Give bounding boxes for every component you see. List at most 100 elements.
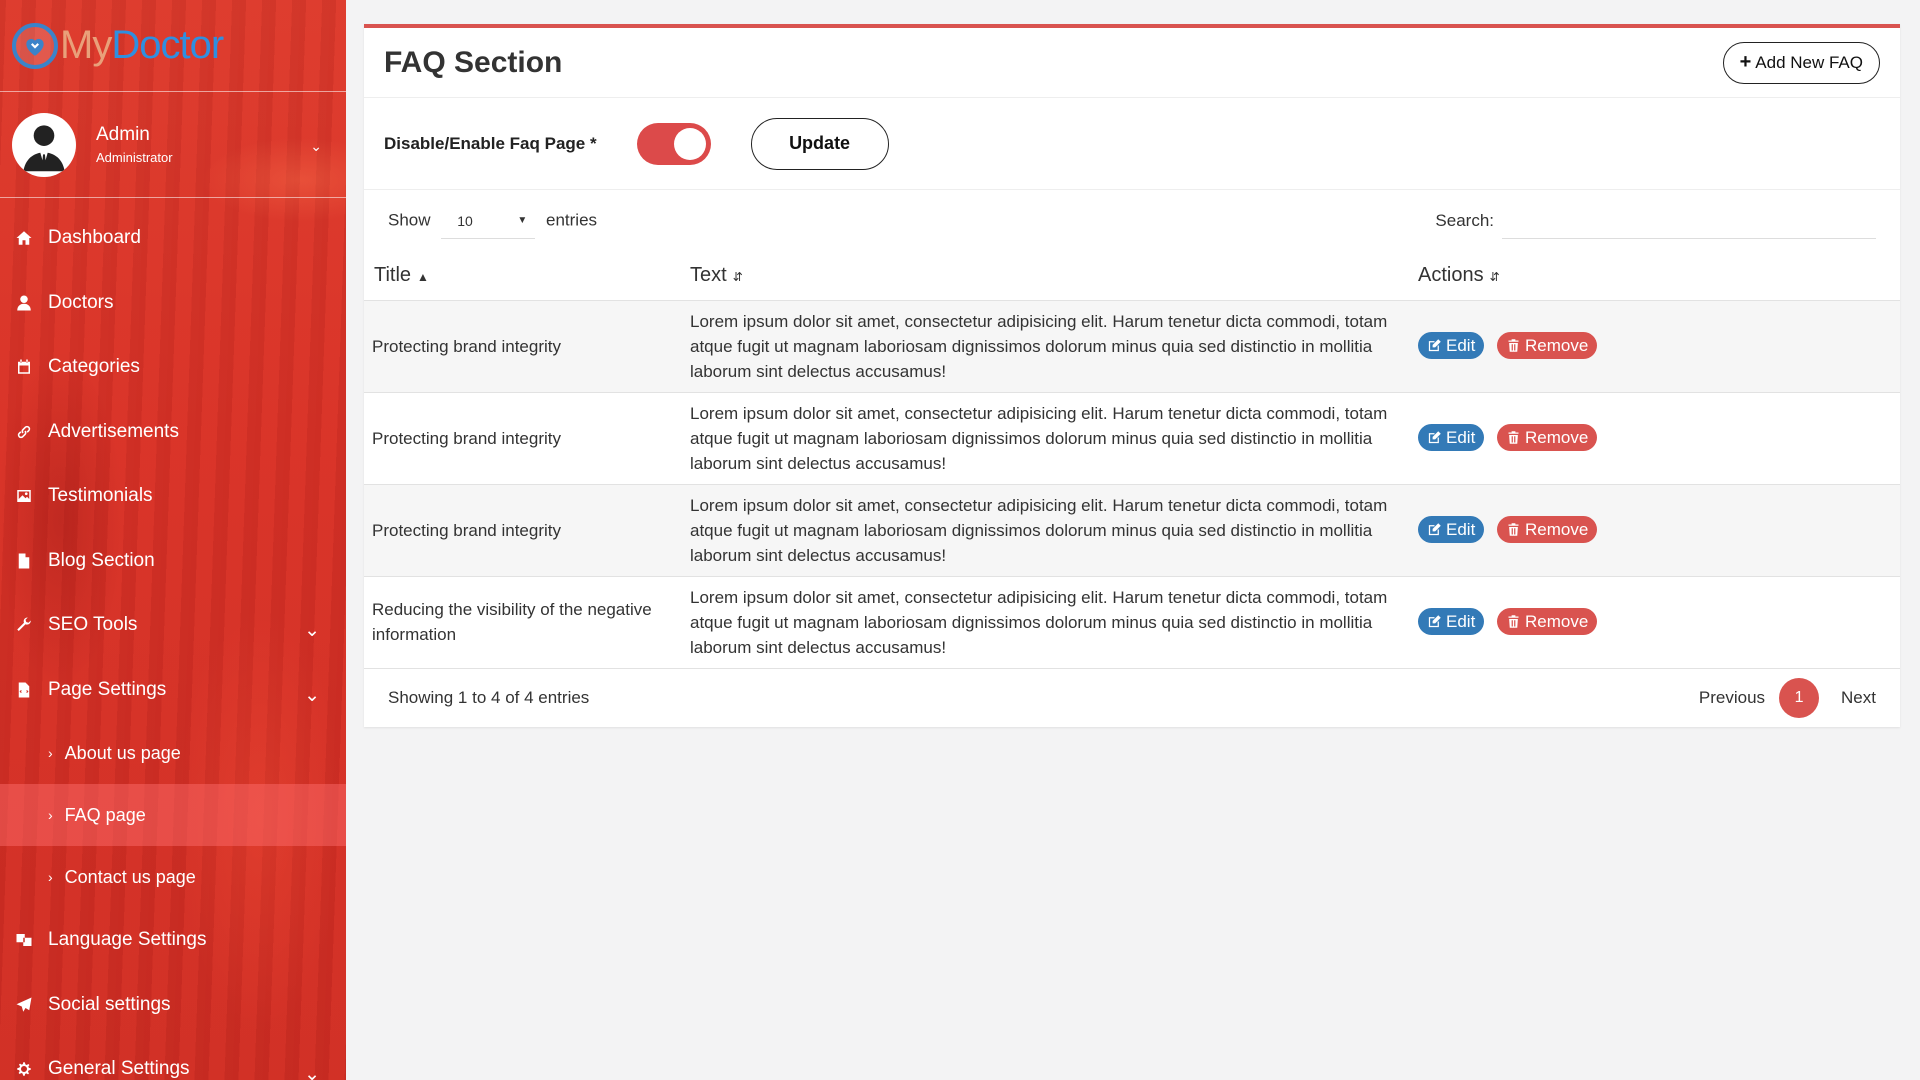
edit-label: Edit xyxy=(1446,336,1476,355)
actions-cell: Edit Remove xyxy=(1418,300,1900,393)
sidebar-subitem-about-us[interactable]: › About us page xyxy=(0,722,346,784)
sidebar-subitem-contact-us[interactable]: › Contact us page xyxy=(0,846,346,908)
pagination: Previous 1 Next xyxy=(1699,677,1876,718)
sidebar-item-label: Categories xyxy=(48,356,140,378)
sidebar-item-general-settings[interactable]: General Settings ⌄ xyxy=(0,1037,346,1080)
sidebar-item-page-settings[interactable]: Page Settings ⌄ xyxy=(0,658,346,723)
edit-label: Edit xyxy=(1446,612,1476,631)
add-new-faq-button[interactable]: + Add New FAQ xyxy=(1722,41,1880,84)
edit-label: Edit xyxy=(1446,428,1476,447)
column-header-title[interactable]: Title ▲ xyxy=(364,252,690,301)
sidebar: MyDoctor Admin Administrator ⌄ Dashboard… xyxy=(0,0,346,1080)
profile-role: Administrator xyxy=(96,150,173,165)
image-icon xyxy=(14,486,34,506)
edit-label: Edit xyxy=(1446,520,1476,539)
faq-title-cell: Reducing the visibility of the negative … xyxy=(364,576,690,669)
chevron-right-icon: › xyxy=(48,807,53,823)
sort-asc-icon: ▲ xyxy=(417,270,429,285)
sort-icon: ⇵ xyxy=(1489,270,1500,285)
show-label: Show xyxy=(388,210,431,230)
faq-title-cell: Protecting brand integrity xyxy=(364,300,690,393)
table-row: Protecting brand integrity Lorem ipsum d… xyxy=(364,300,1900,393)
sidebar-item-categories[interactable]: Categories xyxy=(0,335,346,400)
chevron-down-icon: ⌄ xyxy=(304,620,320,641)
add-new-faq-label: Add New FAQ xyxy=(1755,52,1863,72)
table-row: Reducing the visibility of the negative … xyxy=(364,576,1900,669)
faq-toggle-row: Disable/Enable Faq Page * Update xyxy=(364,98,1900,190)
edit-button[interactable]: Edit xyxy=(1418,332,1485,359)
cogs-icon xyxy=(14,1059,34,1079)
sidebar-item-label: Advertisements xyxy=(48,420,179,442)
remove-button[interactable]: Remove xyxy=(1497,516,1598,543)
sidebar-item-label: Social settings xyxy=(48,993,171,1015)
remove-label: Remove xyxy=(1525,428,1589,447)
search-input[interactable] xyxy=(1502,203,1876,239)
sidebar-subitem-faq[interactable]: › FAQ page xyxy=(0,784,346,846)
search-label: Search: xyxy=(1435,211,1494,230)
remove-button[interactable]: Remove xyxy=(1497,608,1598,635)
edit-button[interactable]: Edit xyxy=(1418,516,1485,543)
table-header-row: Title ▲ Text ⇵ Actions ⇵ xyxy=(364,252,1900,301)
entries-info: Showing 1 to 4 of 4 entries xyxy=(388,687,590,707)
sidebar-item-label: Testimonials xyxy=(48,485,153,507)
sidebar-item-blog-section[interactable]: Blog Section xyxy=(0,529,346,594)
edit-icon xyxy=(1428,523,1441,536)
sidebar-item-testimonials[interactable]: Testimonials xyxy=(0,464,346,529)
column-text-label: Text xyxy=(690,264,727,287)
sidebar-item-social-settings[interactable]: Social settings xyxy=(0,973,346,1038)
actions-cell: Edit Remove xyxy=(1418,576,1900,669)
user-profile[interactable]: Admin Administrator ⌄ xyxy=(0,92,346,198)
faq-enable-toggle[interactable] xyxy=(636,122,711,165)
chevron-down-icon[interactable]: ⌄ xyxy=(310,138,322,155)
column-actions-label: Actions xyxy=(1418,264,1484,287)
remove-button[interactable]: Remove xyxy=(1497,424,1598,451)
chevron-right-icon: › xyxy=(48,869,53,885)
sidebar-item-label: Doctors xyxy=(48,291,114,313)
chevron-down-icon: ⌄ xyxy=(304,1064,320,1080)
next-page-button[interactable]: Next xyxy=(1841,688,1876,708)
actions-cell: Edit Remove xyxy=(1418,392,1900,485)
update-button[interactable]: Update xyxy=(750,117,889,170)
faq-table: Title ▲ Text ⇵ Actions ⇵ Protecting brand i… xyxy=(364,252,1900,669)
entries-select[interactable]: 10 ▼ xyxy=(441,203,536,239)
column-title-label: Title xyxy=(374,264,412,287)
remove-button[interactable]: Remove xyxy=(1497,332,1598,359)
column-header-actions[interactable]: Actions ⇵ xyxy=(1418,252,1900,301)
table-footer: Showing 1 to 4 of 4 entries Previous 1 N… xyxy=(364,669,1900,727)
link-icon xyxy=(14,422,34,442)
sidebar-item-seo-tools[interactable]: SEO Tools ⌄ xyxy=(0,593,346,658)
avatar xyxy=(12,112,76,177)
page-1-button[interactable]: 1 xyxy=(1779,677,1820,718)
sidebar-subitem-label: Contact us page xyxy=(64,866,196,887)
page-title: FAQ Section xyxy=(384,45,563,79)
logo-text-my: My xyxy=(60,23,112,67)
faq-text-cell: Lorem ipsum dolor sit amet, consectetur … xyxy=(690,300,1418,393)
edit-button[interactable]: Edit xyxy=(1418,424,1485,451)
sidebar-subitem-label: FAQ page xyxy=(64,804,146,825)
sidebar-item-dashboard[interactable]: Dashboard xyxy=(0,206,346,271)
brand-logo[interactable]: MyDoctor xyxy=(0,0,346,92)
trash-icon xyxy=(1508,339,1519,352)
caret-down-icon: ▼ xyxy=(517,215,528,226)
chevron-right-icon: › xyxy=(48,745,53,761)
entries-label: entries xyxy=(546,210,598,230)
actions-cell: Edit Remove xyxy=(1418,484,1900,577)
sidebar-item-language-settings[interactable]: Language Settings xyxy=(0,908,346,973)
faq-text-cell: Lorem ipsum dolor sit amet, consectetur … xyxy=(690,576,1418,669)
logo-heart-icon xyxy=(12,22,58,69)
trash-icon xyxy=(1508,615,1519,628)
trash-icon xyxy=(1508,431,1519,444)
user-md-icon xyxy=(14,293,34,313)
language-icon xyxy=(14,930,34,950)
edit-button[interactable]: Edit xyxy=(1418,608,1485,635)
plus-icon: + xyxy=(1739,51,1752,73)
sidebar-item-advertisements[interactable]: Advertisements xyxy=(0,400,346,465)
previous-page-button[interactable]: Previous xyxy=(1699,688,1765,708)
table-controls: Show 10 ▼ entries Search: xyxy=(364,190,1900,252)
table-row: Protecting brand integrity Lorem ipsum d… xyxy=(364,392,1900,485)
calendar-icon xyxy=(14,357,34,377)
sidebar-item-label: Language Settings xyxy=(48,929,207,951)
remove-label: Remove xyxy=(1525,612,1589,631)
column-header-text[interactable]: Text ⇵ xyxy=(690,252,1418,301)
sidebar-item-doctors[interactable]: Doctors xyxy=(0,271,346,336)
